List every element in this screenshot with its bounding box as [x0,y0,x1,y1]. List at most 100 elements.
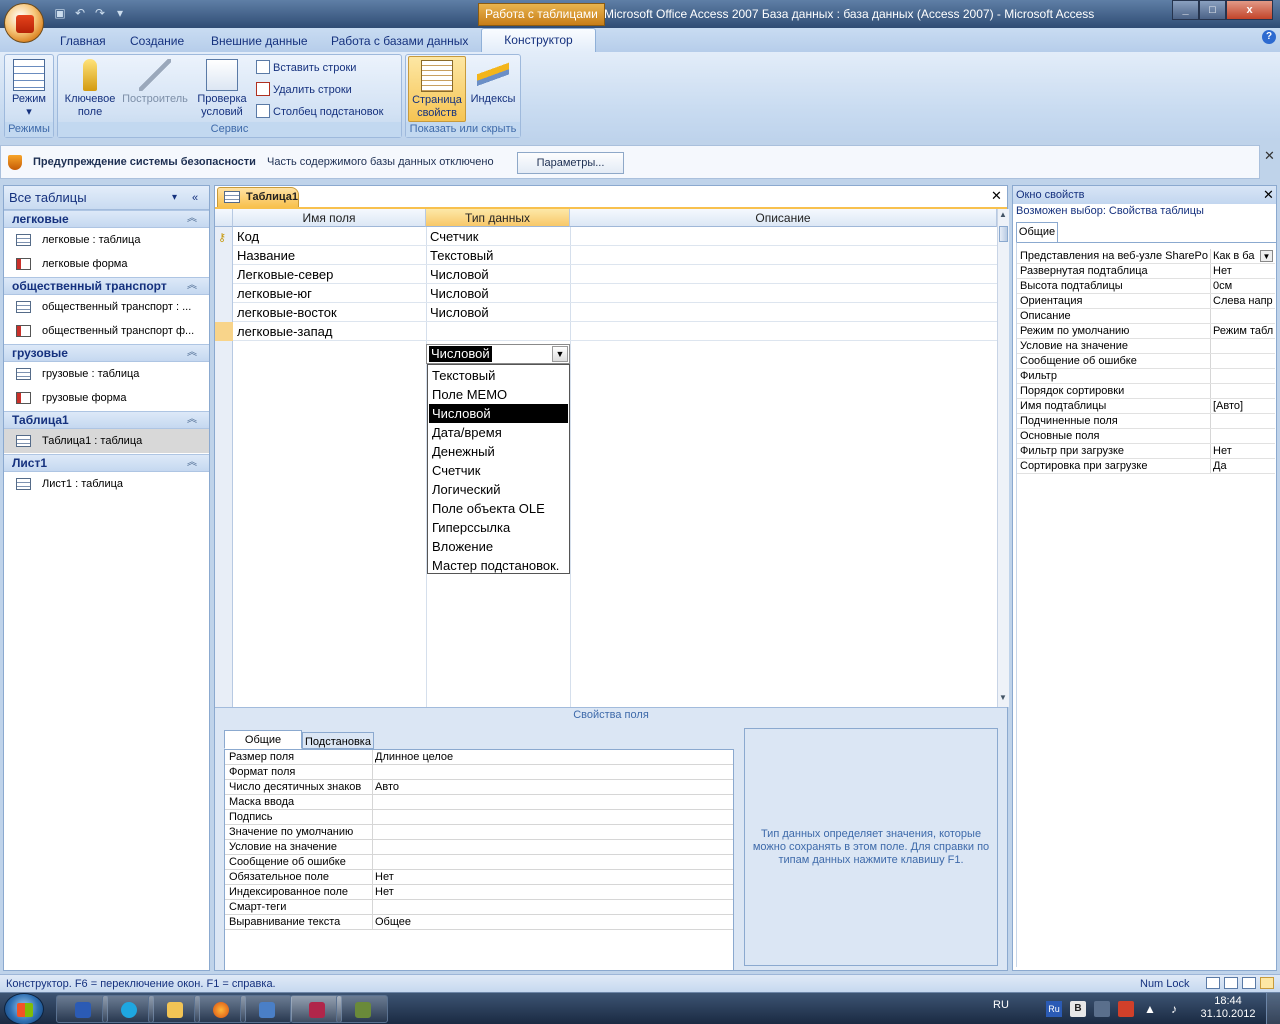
nav-group-table1[interactable]: Таблица1 ︽ [4,411,209,429]
column-header-description[interactable]: Описание [570,209,997,227]
taskbar-firefox[interactable] [194,995,246,1023]
property-row[interactable]: Сообщение об ошибке [1017,354,1275,369]
document-tab[interactable]: Таблица1 [217,187,299,208]
dropdown-option[interactable]: Гиперссылка [429,518,568,537]
property-row[interactable]: Маска ввода [225,795,733,810]
indexes-button[interactable]: Индексы [468,59,518,106]
view-mode-button[interactable]: Режим ▾ [7,59,51,119]
tab-create[interactable]: Создание [130,31,184,52]
tab-home[interactable]: Главная [60,31,106,52]
property-row[interactable]: Условие на значение [225,840,733,855]
insert-rows-button[interactable]: Вставить строки [256,58,356,78]
data-type-combobox[interactable]: Числовой ▼ [426,344,570,364]
tab-lookup[interactable]: Подстановка [302,732,374,749]
dropdown-option[interactable]: Логический [429,480,568,499]
dropdown-option[interactable]: Мастер подстановок. [429,556,568,575]
scroll-down-icon[interactable]: ▼ [999,693,1007,702]
table-row[interactable]: легковые-запад [233,322,997,341]
property-row[interactable]: Высота подтаблицы 0см [1017,279,1275,294]
table-row[interactable]: легковые-юг Числовой [233,284,997,303]
property-row[interactable]: Формат поля [225,765,733,780]
dropdown-option-selected[interactable]: Числовой [429,404,568,423]
test-validation-button[interactable]: Проверка условий [192,59,252,119]
scroll-thumb[interactable] [999,226,1008,242]
property-row[interactable]: Число десятичных знаков Авто [225,780,733,795]
customize-icon[interactable]: ▾ [112,5,128,21]
table-row[interactable]: Легковые-север Числовой [233,265,997,284]
delete-rows-button[interactable]: Удалить строки [256,80,352,100]
tab-database-tools[interactable]: Работа с базами данных [331,31,468,52]
chevron-down-icon[interactable]: ▼ [552,346,568,362]
property-row[interactable]: Фильтр при загрузке Нет [1017,444,1275,459]
taskbar-app[interactable] [336,995,388,1023]
show-desktop-button[interactable] [1266,993,1280,1024]
pivot-chart-view-icon[interactable] [1242,977,1256,989]
help-icon[interactable]: ? [1262,30,1276,44]
property-sheet-button[interactable]: Страница свойств [408,56,466,122]
scroll-up-icon[interactable]: ▲ [999,210,1007,219]
tab-design[interactable]: Конструктор [481,28,596,52]
table-row[interactable]: Код Счетчик [233,227,997,246]
nav-pane-header[interactable]: Все таблицы ▾ « [4,186,209,210]
select-all-corner[interactable] [215,209,233,227]
property-row[interactable]: Значение по умолчанию [225,825,733,840]
nav-group-sheet1[interactable]: Лист1 ︽ [4,454,209,472]
property-row[interactable]: Индексированное поле Нет [225,885,733,900]
redo-icon[interactable]: ↷ [92,5,108,21]
dropdown-option[interactable]: Вложение [429,537,568,556]
language-indicator[interactable]: RU [993,999,1009,1011]
property-row[interactable]: Сообщение об ошибке [225,855,733,870]
save-icon[interactable]: ▣ [52,5,68,21]
dropdown-option[interactable]: Дата/время [429,423,568,442]
chevron-down-icon[interactable]: ▼ [1260,250,1273,262]
property-row[interactable]: Порядок сортировки [1017,384,1275,399]
property-row[interactable]: Представления на веб-узле SharePo Как в б… [1017,249,1275,264]
taskbar-explorer[interactable] [148,995,200,1023]
keyboard-layout-icon[interactable]: Ru [1046,1001,1062,1017]
nav-group-cars[interactable]: легковые ︽ [4,210,209,228]
taskbar-access[interactable] [290,995,342,1023]
nav-item-table[interactable]: Лист1 : таблица [4,472,209,496]
property-row[interactable]: Сортировка при загрузке Да [1017,459,1275,474]
property-row[interactable]: Фильтр [1017,369,1275,384]
tab-general[interactable]: Общие [224,730,302,749]
dropdown-option[interactable]: Денежный [429,442,568,461]
volume-icon[interactable]: ♪ [1166,1001,1182,1017]
close-icon[interactable]: ✕ [1263,187,1274,203]
property-row[interactable]: Описание [1017,309,1275,324]
taskbar-clock[interactable]: 18:44 31.10.2012 [1196,995,1260,1021]
property-row[interactable]: Выравнивание текста Общее [225,915,733,930]
nav-item-form[interactable]: общественный транспорт ф... [4,319,209,343]
nav-item-table[interactable]: грузовые : таблица [4,362,209,386]
primary-key-button[interactable]: Ключевое поле [61,59,119,119]
nav-item-table[interactable]: легковые : таблица [4,228,209,252]
maximize-button[interactable]: □ [1199,0,1226,20]
datasheet-view-icon[interactable] [1206,977,1220,989]
tray-app-icon[interactable] [1118,1001,1134,1017]
start-button[interactable] [4,993,44,1024]
vertical-scrollbar[interactable]: ▲ ▼ [997,209,1009,707]
table-row[interactable]: легковые-восток Числовой [233,303,997,322]
property-row[interactable]: Условие на значение [1017,339,1275,354]
property-row[interactable]: Смарт-теги [225,900,733,915]
design-view-icon[interactable] [1260,977,1274,989]
dropdown-option[interactable]: Текстовый [429,366,568,385]
builder-button[interactable]: Построитель [120,59,190,106]
taskbar-app[interactable] [240,995,292,1023]
nav-group-public-transport[interactable]: общественный транспорт ︽ [4,277,209,295]
property-row[interactable]: Имя подтаблицы [Авто] [1017,399,1275,414]
property-row[interactable]: Режим по умолчанию Режим табл [1017,324,1275,339]
dropdown-option[interactable]: Поле MEMO [429,385,568,404]
property-row[interactable]: Основные поля [1017,429,1275,444]
current-row-selector[interactable] [215,322,233,341]
property-row[interactable]: Ориентация Слева напр [1017,294,1275,309]
tab-general[interactable]: Общие [1016,222,1058,242]
close-icon[interactable]: ✕ [991,188,1002,204]
undo-icon[interactable]: ↶ [72,5,88,21]
dropdown-option[interactable]: Поле объекта OLE [429,499,568,518]
dropdown-option[interactable]: Счетчик [429,461,568,480]
tray-app-icon[interactable] [1094,1001,1110,1017]
network-icon[interactable]: ▲ [1142,1001,1158,1017]
nav-group-trucks[interactable]: грузовые ︽ [4,344,209,362]
column-header-field-name[interactable]: Имя поля [233,209,426,227]
